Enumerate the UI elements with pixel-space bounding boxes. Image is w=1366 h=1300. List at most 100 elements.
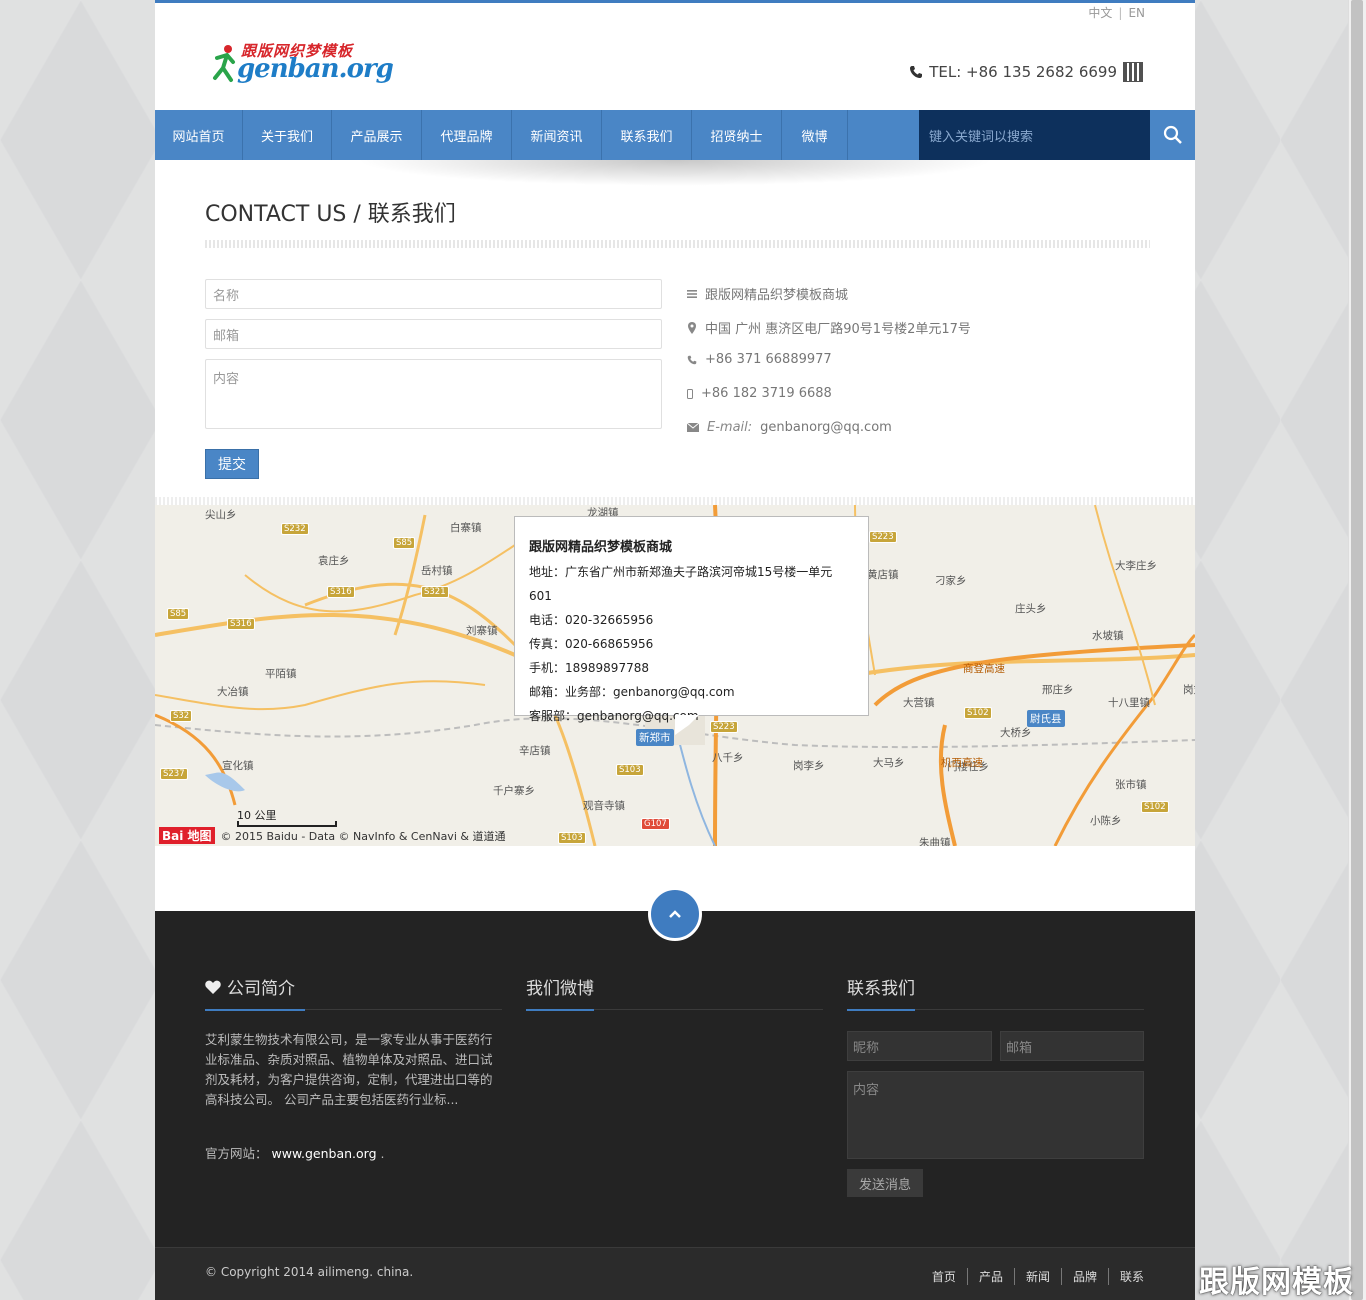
info-mobile-text: +86 182 3719 6688 [701,386,832,401]
map-place-label: 刁家乡 [935,575,967,587]
nav-item-news[interactable]: 新闻资讯 [512,110,602,160]
nav-item-brands[interactable]: 代理品牌 [422,110,512,160]
nav-item-weibo[interactable]: 微博 [782,110,848,160]
lang-zh-link[interactable]: 中文 [1088,6,1112,20]
map-road-badge: S232 [281,523,309,535]
lang-separator: | [1118,6,1123,20]
map-place-label: 刘寨镇 [466,625,498,637]
page-title: CONTACT US / 联系我们 [205,202,456,227]
main-nav: 网站首页 关于我们 产品展示 代理品牌 新闻资讯 联系我们 招贤纳士 微博 键入… [155,110,1195,160]
back-to-top-button[interactable] [648,887,702,941]
footer-contact-heading: 联系我们 [847,974,915,999]
footer-site-link[interactable]: www.genban.org [272,1146,377,1161]
nav-item-products[interactable]: 产品展示 [332,110,422,160]
header-phone: TEL: +86 135 2682 6699 [909,62,1143,82]
popup-line: 传真：020-66865956 [529,637,654,651]
nav-item-jobs[interactable]: 招贤纳士 [692,110,782,160]
info-mobile: +86 182 3719 6688 [687,386,832,401]
footer-about-title: 公司简介 [227,979,295,999]
footer-weibo-line [526,1009,823,1011]
copyright: © Copyright 2014 ailimeng. china. [205,1265,414,1279]
map-place-label: 袁庄乡 [318,555,350,567]
bottom-link-contact[interactable]: 联系 [1107,1268,1155,1285]
title-divider [205,240,1150,248]
map-place-label: 尉氏县 [1027,710,1065,727]
footer-about-text: 艾利蒙生物技术有限公司，是一家专业从事于医药行业标准品、杂质对照品、植物单体及对… [205,1032,493,1107]
search-button[interactable] [1150,110,1195,160]
map-place-label: 张市镇 [1115,779,1147,791]
bottom-link-products[interactable]: 产品 [966,1268,1014,1285]
nav-shadow [355,160,995,186]
map-place-label: 千户寨乡 [493,785,535,797]
info-address-text: 中国 广州 惠济区电厂路90号1号楼2单元17号 [705,322,971,337]
map-place-label: 岗李乡 [793,760,825,772]
map-road-badge: S316 [327,586,355,598]
page: 中文 | EN 跟版网织梦模板 genban.org TEL: +86 135 26… [155,0,1195,1300]
map-place-label: 新郑市 [636,729,674,746]
map-place-label: 岳村镇 [421,565,453,577]
footer-content-textarea[interactable]: 内容 [847,1071,1144,1159]
heart-icon [205,980,221,994]
nav-item-about[interactable]: 关于我们 [243,110,332,160]
map-place-label: 小陈乡 [1090,815,1122,827]
phone-icon [910,66,923,78]
map-info-popup: 跟版网精品织梦模板商城 地址：广东省广州市新郑渔夫子路滨河帝城15号楼一单元60… [514,516,869,735]
map-road-badge: S102 [964,707,992,719]
map-place-label: 十八里镇 [1108,697,1150,709]
bottom-link-brands[interactable]: 品牌 [1060,1268,1108,1285]
footer-send-button[interactable]: 发送消息 [847,1169,923,1197]
map-place-label: 庄头乡 [1015,603,1047,615]
map-road-badge: S85 [393,537,416,549]
map-place-label: 白寨镇 [450,522,482,534]
submit-button[interactable]: 提交 [205,449,259,479]
name-input[interactable]: 名称 [205,279,662,309]
footer-site: 官方网站： www.genban.org . [205,1143,385,1162]
map-road-badge: S237 [160,768,188,780]
map-place-label: 大桥乡 [1000,727,1032,739]
footer-contact-line [847,1009,1144,1011]
map-place-label: 八千乡 [712,752,744,764]
info-email-label: E-mail: [707,420,753,435]
map-place-label: 平陌镇 [265,668,297,680]
info-email: E-mail: genbanorg@qq.com [687,420,892,435]
footer-email-input[interactable]: 邮箱 [1000,1031,1144,1061]
map-road-badge: S32 [170,710,193,722]
map-place-label: 大营镇 [903,697,935,709]
bottom-links: 首页 产品 新闻 品牌 联系 [921,1268,1155,1285]
chevron-up-icon [669,910,681,918]
watermark-text: 跟版网模板 [1199,1265,1354,1300]
map-road-badge: S103 [558,832,586,844]
email-input[interactable]: 邮箱 [205,319,662,349]
nav-item-contact[interactable]: 联系我们 [602,110,692,160]
map-road-badge: S102 [1141,801,1169,813]
info-company: 跟版网精品织梦模板商城 [687,284,848,303]
content-textarea[interactable]: 内容 [205,359,662,429]
map-road-badge: S223 [869,531,897,543]
site-logo[interactable]: 跟版网织梦模板 genban.org [211,38,394,90]
map-attribution: Bai 地图 © 2015 Baidu - Data © NavInfo & C… [159,827,505,844]
bottom-link-home[interactable]: 首页 [921,1268,967,1285]
language-switcher: 中文 | EN [1088,4,1145,21]
lang-en-link[interactable]: EN [1128,6,1145,20]
map-place-label: 宣化镇 [222,760,254,772]
popup-line: 手机：18989897788 [529,661,649,675]
nav-search-input[interactable]: 键入关键词以搜索 [919,110,1150,160]
map-copyright: © 2015 Baidu - Data © NavInfo & CenNavi … [220,829,506,843]
popup-line: 地址：广东省广州市新郑渔夫子路滨河帝城15号楼一单元601 [529,565,833,603]
nav-item-home[interactable]: 网站首页 [155,110,243,160]
header-tel-text: TEL: +86 135 2682 6699 [929,63,1117,81]
footer-contact-title: 联系我们 [847,979,915,999]
search-icon [1163,125,1182,144]
map-place-label: 大马乡 [873,757,905,769]
info-company-text: 跟版网精品织梦模板商城 [705,288,849,303]
scrollbar-thumb[interactable] [1351,0,1363,1300]
footer-nick-input[interactable]: 昵称 [847,1031,992,1061]
scrollbar[interactable] [1348,0,1366,1300]
footer-weibo-heading: 我们微博 [526,974,594,999]
popup-title: 跟版网精品织梦模板商城 [529,540,673,555]
map-place-label: 大李庄乡 [1115,560,1157,572]
footer-about-heading: 公司简介 [205,974,295,999]
bottom-link-news[interactable]: 新闻 [1013,1268,1061,1285]
map-road-badge: S103 [616,764,644,776]
map-road-badge: G107 [641,818,670,830]
